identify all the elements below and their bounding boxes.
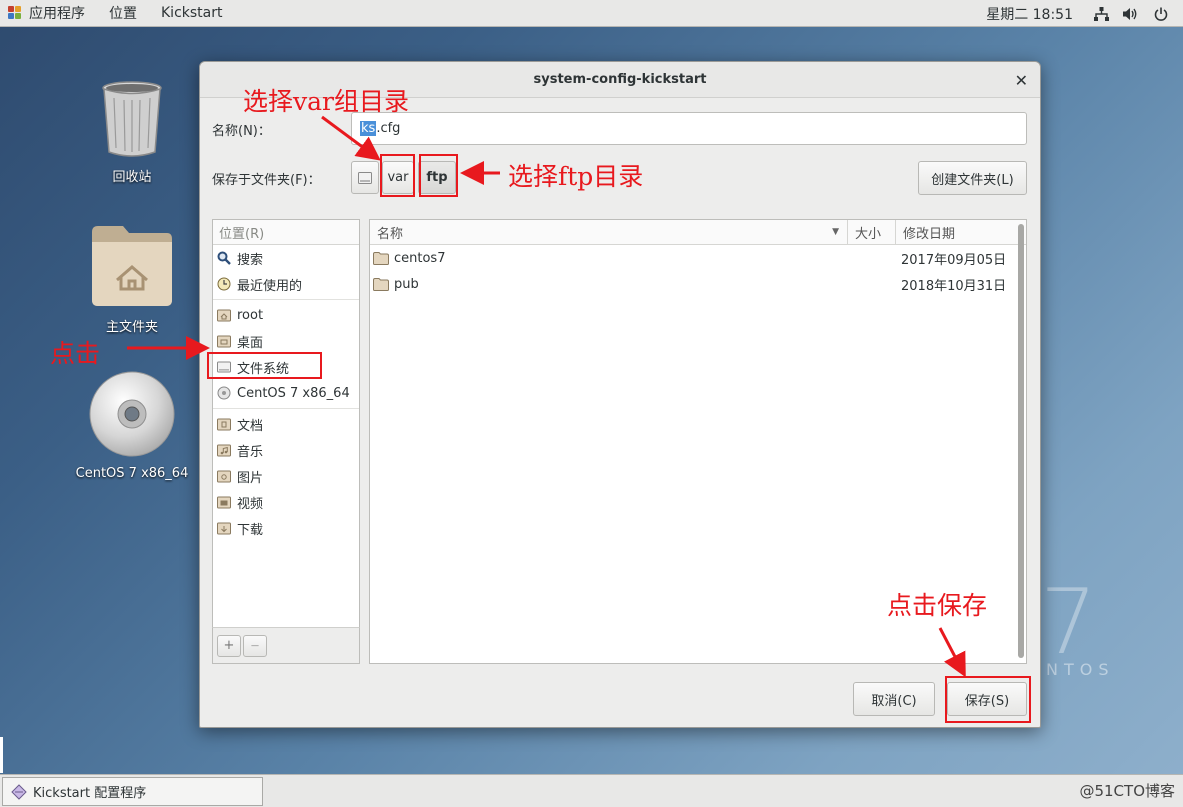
path-root-button[interactable] (351, 161, 379, 194)
column-name-label: 名称 (377, 226, 404, 242)
clock[interactable]: 星期二 18:51 (986, 4, 1073, 24)
add-bookmark-button[interactable]: + (217, 634, 241, 657)
create-folder-button[interactable]: 创建文件夹(L) (918, 161, 1027, 195)
highlight-ftp-box (419, 154, 458, 197)
clock-icon (217, 277, 231, 291)
annotation-select-var: 选择var组目录 (243, 87, 409, 116)
place-recent[interactable]: 最近使用的 (213, 271, 359, 297)
cancel-button[interactable]: 取消(C) (853, 682, 935, 716)
disc-icon (217, 386, 231, 400)
place-downloads[interactable]: 下载 (213, 515, 359, 541)
filename-input[interactable]: ks .cfg (351, 112, 1027, 145)
taskbar-window-label: Kickstart 配置程序 (33, 786, 147, 801)
places-divider (213, 299, 359, 300)
trash-label: 回收站 (112, 170, 152, 185)
applications-label: 应用程序 (29, 6, 85, 22)
kickstart-app-icon (11, 783, 27, 800)
place-downloads-label: 下载 (237, 522, 264, 538)
file-name: centos7 (394, 250, 446, 266)
place-pictures-label: 图片 (237, 470, 264, 486)
close-icon[interactable]: ✕ (1015, 71, 1028, 90)
place-root[interactable]: root (213, 302, 359, 328)
home-folder-icon (217, 309, 231, 322)
trash-icon (102, 81, 162, 157)
applications-menu[interactable]: 应用程序 (0, 0, 97, 27)
place-centos-disc[interactable]: CentOS 7 x86_64 (213, 380, 359, 406)
drive-icon (358, 171, 372, 184)
save-in-folder-label: 保存于文件夹(F)： (212, 173, 321, 188)
place-music[interactable]: 音乐 (213, 437, 359, 463)
place-documents[interactable]: 文档 (213, 411, 359, 437)
place-centos-disc-label: CentOS 7 x86_64 (237, 385, 350, 401)
column-modified-header[interactable]: 修改日期 (896, 220, 1016, 244)
place-music-label: 音乐 (237, 444, 264, 460)
home-folder-label: 主文件夹 (105, 320, 158, 335)
remove-bookmark-button[interactable]: — (243, 634, 267, 657)
place-root-label: root (237, 307, 264, 323)
folder-icon (373, 277, 389, 291)
top-bar: 应用程序 位置 Kickstart 星期二 18:51 (0, 0, 1183, 27)
places-sidebar: 位置(R) 搜索 最近使用的 root 桌面 文件系统 CentOS 7 x86… (212, 219, 360, 664)
highlight-var-box (380, 154, 415, 197)
power-icon[interactable] (1153, 6, 1169, 22)
place-documents-label: 文档 (237, 418, 264, 434)
annotation-click-save: 点击保存 (887, 591, 988, 620)
videos-folder-icon (217, 496, 231, 509)
place-desktop-label: 桌面 (237, 335, 264, 351)
sort-chevron-down-icon: ▼ (832, 227, 839, 237)
downloads-folder-icon (217, 522, 231, 535)
file-modified: 2017年09月05日 (901, 252, 1007, 268)
desktop-folder-icon (217, 335, 231, 348)
volume-icon[interactable] (1123, 6, 1139, 22)
site-watermark: @51CTO博客 (1079, 782, 1175, 800)
desktop-home-folder[interactable]: 主文件夹 (72, 222, 192, 335)
places-divider (213, 408, 359, 409)
column-modified-label: 修改日期 (903, 226, 956, 242)
place-recent-label: 最近使用的 (237, 278, 303, 294)
annotation-click: 点击 (50, 339, 101, 368)
folder-icon (373, 251, 389, 265)
highlight-save-box (945, 676, 1031, 723)
gnome-foot-icon (8, 6, 22, 20)
column-size-header[interactable]: 大小 (848, 220, 896, 244)
annotation-select-ftp: 选择ftp目录 (508, 162, 644, 191)
app-menu[interactable]: Kickstart (149, 0, 234, 27)
place-search-label: 搜索 (237, 252, 264, 268)
desktop-disc[interactable]: CentOS 7 x86_64 (72, 370, 192, 481)
pictures-folder-icon (217, 470, 231, 483)
place-videos-label: 视频 (237, 496, 264, 512)
place-pictures[interactable]: 图片 (213, 463, 359, 489)
taskbar-window-kickstart[interactable]: Kickstart 配置程序 (2, 777, 263, 806)
taskbar: Kickstart 配置程序 (0, 774, 1183, 807)
column-name-header[interactable]: 名称 ▼ (370, 220, 848, 244)
filename-rest-text: .cfg (376, 121, 401, 136)
file-name: pub (394, 276, 419, 292)
places-menu[interactable]: 位置 (97, 0, 149, 27)
column-size-label: 大小 (855, 226, 882, 242)
place-videos[interactable]: 视频 (213, 489, 359, 515)
places-header: 位置(R) (213, 220, 359, 245)
desktop-edge-tab (0, 737, 3, 773)
network-icon[interactable] (1093, 6, 1109, 22)
highlight-filesystem-box (207, 352, 322, 379)
filename-selected-text: ks (360, 121, 377, 136)
desktop-trash[interactable]: 回收站 (72, 80, 192, 185)
file-list-header: 名称 ▼ 大小 修改日期 (370, 220, 1026, 245)
file-row[interactable]: centos7 2017年09月05日 (370, 245, 1026, 271)
search-icon (217, 251, 231, 265)
name-label: 名称(N)： (212, 124, 271, 139)
place-search[interactable]: 搜索 (213, 245, 359, 271)
disc-icon (89, 371, 175, 457)
home-folder-icon (92, 226, 172, 306)
place-desktop[interactable]: 桌面 (213, 328, 359, 354)
file-modified: 2018年10月31日 (901, 278, 1007, 294)
documents-folder-icon (217, 418, 231, 431)
music-folder-icon (217, 444, 231, 457)
file-list-scrollbar[interactable] (1018, 224, 1024, 658)
dialog-title: system-config-kickstart (533, 72, 707, 87)
disc-label: CentOS 7 x86_64 (75, 466, 189, 481)
places-toolbar: + — (212, 627, 360, 664)
file-row[interactable]: pub 2018年10月31日 (370, 271, 1026, 297)
centos-watermark-text: NTOS (1046, 660, 1115, 679)
